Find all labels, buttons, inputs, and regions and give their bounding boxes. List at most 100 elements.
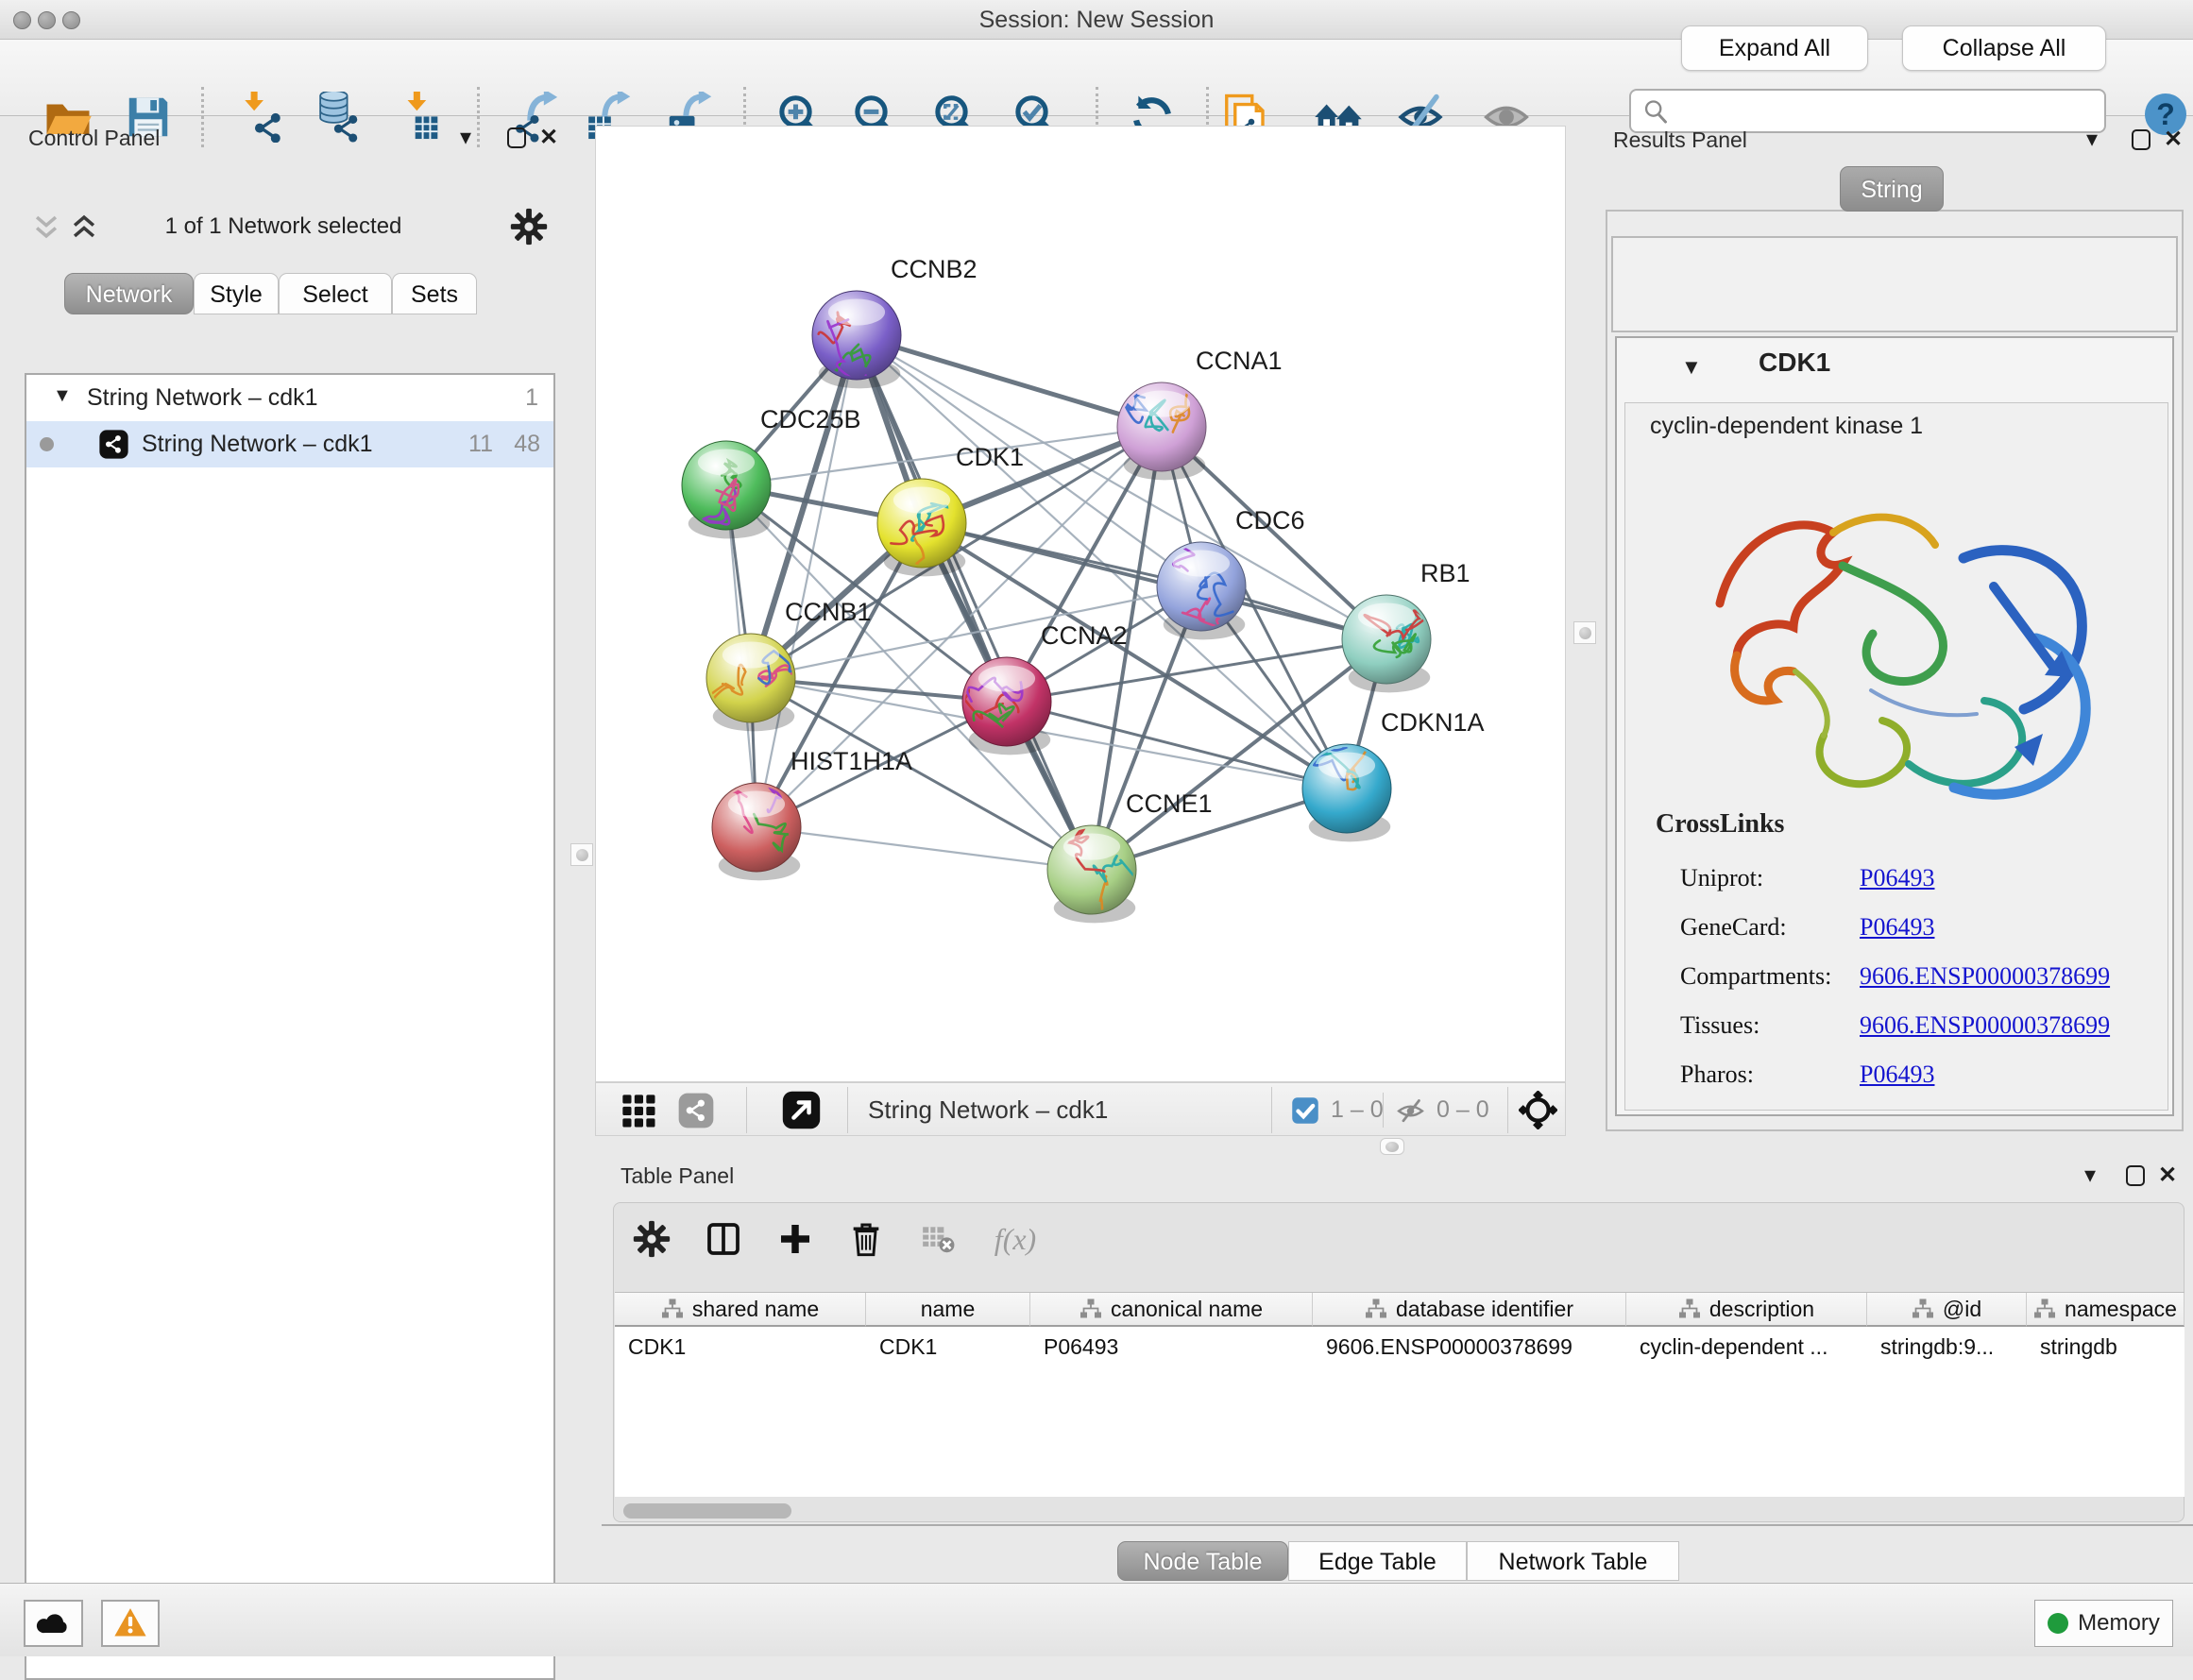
warning-button[interactable] bbox=[101, 1600, 160, 1647]
table-cell[interactable]: stringdb bbox=[2027, 1329, 2184, 1365]
crosslink-label: Pharos: bbox=[1680, 1061, 1754, 1089]
network-node-CCNA2[interactable]: CCNA2 bbox=[960, 621, 1127, 755]
function-builder-button[interactable]: f(x) bbox=[982, 1216, 1048, 1262]
results-panel-title: Results Panel bbox=[1613, 127, 1747, 153]
collapse-all-networks-icon[interactable] bbox=[30, 211, 62, 243]
network-tree: ▼ String Network – cdk1 1 String Network… bbox=[25, 373, 555, 1680]
selected-checkbox-icon[interactable] bbox=[1291, 1096, 1319, 1125]
grid-view-icon[interactable] bbox=[620, 1092, 657, 1129]
table-panel-menu-icon[interactable]: ▾ bbox=[2084, 1162, 2096, 1189]
control-panel-menu-icon[interactable]: ▾ bbox=[460, 124, 471, 151]
show-columns-icon[interactable] bbox=[701, 1216, 746, 1262]
network-node-HIST1H1A[interactable]: HIST1H1A bbox=[712, 747, 912, 880]
table-cell[interactable]: CDK1 bbox=[866, 1329, 1030, 1365]
create-column-icon[interactable] bbox=[773, 1216, 818, 1262]
status-bar: Memory bbox=[0, 1583, 2193, 1656]
tab-network-table[interactable]: Network Table bbox=[1467, 1541, 1679, 1581]
collection-label: String Network – cdk1 bbox=[87, 375, 318, 421]
crosslink-row: Uniprot: P06493 bbox=[1625, 855, 2168, 904]
table-tabs-separator bbox=[602, 1524, 2193, 1526]
delete-columns-icon[interactable] bbox=[843, 1216, 889, 1262]
results-button-bar bbox=[1611, 236, 2178, 332]
crosslink-link[interactable]: P06493 bbox=[1860, 913, 1934, 942]
right-splitter-handle[interactable] bbox=[1573, 621, 1596, 644]
crosslink-row: Pharos: P06493 bbox=[1625, 1051, 2168, 1100]
string-network-icon bbox=[98, 429, 129, 460]
network-node-CDC6[interactable]: CDC6 bbox=[1151, 506, 1304, 639]
table-cell[interactable]: P06493 bbox=[1030, 1329, 1313, 1365]
cloud-button[interactable] bbox=[24, 1600, 83, 1647]
table-panel-float-icon[interactable] bbox=[2126, 1165, 2145, 1186]
column-header[interactable]: description bbox=[1626, 1293, 1867, 1327]
table-cell[interactable]: stringdb:9... bbox=[1867, 1329, 2027, 1365]
share-view-icon[interactable] bbox=[677, 1092, 715, 1129]
cloud-icon bbox=[35, 1604, 73, 1642]
protein-expander-icon[interactable]: ▼ bbox=[1681, 355, 1702, 380]
network-node-CCNA1[interactable]: CCNA1 bbox=[1117, 347, 1283, 480]
column-header[interactable]: database identifier bbox=[1313, 1293, 1626, 1327]
network-label: String Network – cdk1 bbox=[142, 421, 373, 467]
tab-select[interactable]: Select bbox=[279, 273, 392, 314]
collapse-all-button[interactable]: Collapse All bbox=[1902, 25, 2106, 71]
table-panel-close-icon[interactable]: ✕ bbox=[2158, 1162, 2177, 1189]
crosslink-link[interactable]: 9606.ENSP00000378699 bbox=[1860, 1011, 2110, 1040]
left-splitter-handle[interactable] bbox=[570, 843, 593, 866]
node-label-HIST1H1A: HIST1H1A bbox=[790, 747, 912, 775]
column-header[interactable]: canonical name bbox=[1030, 1293, 1313, 1327]
tab-edge-table[interactable]: Edge Table bbox=[1288, 1541, 1467, 1581]
network-graph[interactable]: CCNB2 CCNA1 CDC25B CDK1 CDC6 RB1 CCNB1 CCNA2 CDK… bbox=[596, 127, 1565, 1081]
birdseye-target-icon[interactable] bbox=[1519, 1091, 1557, 1129]
memory-status-icon bbox=[2048, 1613, 2068, 1634]
open-in-window-icon[interactable] bbox=[781, 1090, 822, 1130]
expand-all-networks-icon[interactable] bbox=[68, 211, 100, 243]
network-node-CCNE1[interactable]: CCNE1 bbox=[1047, 789, 1213, 932]
node-label-RB1: RB1 bbox=[1420, 559, 1470, 587]
column-header[interactable]: name bbox=[866, 1293, 1030, 1327]
network-node-CDKN1A[interactable]: CDKN1A bbox=[1299, 708, 1484, 841]
table-panel-title: Table Panel bbox=[620, 1163, 734, 1189]
crosslink-link[interactable]: P06493 bbox=[1860, 1061, 1934, 1089]
table-cell[interactable]: 9606.ENSP00000378699 bbox=[1313, 1329, 1626, 1365]
network-node-CCNB2[interactable]: CCNB2 bbox=[812, 255, 978, 396]
column-header[interactable]: @id bbox=[1867, 1293, 2027, 1327]
results-panel-close-icon[interactable]: ✕ bbox=[2164, 126, 2183, 153]
column-header[interactable]: shared name bbox=[615, 1293, 866, 1327]
crosslink-label: Uniprot: bbox=[1680, 864, 1763, 892]
tab-string[interactable]: String bbox=[1840, 166, 1944, 212]
hidden-eye-icon[interactable] bbox=[1395, 1095, 1426, 1127]
expand-all-button[interactable]: Expand All bbox=[1681, 25, 1868, 71]
network-node-RB1[interactable]: RB1 bbox=[1342, 559, 1470, 692]
network-collection-row[interactable]: ▼ String Network – cdk1 1 bbox=[26, 375, 553, 421]
node-label-CCNE1: CCNE1 bbox=[1126, 789, 1213, 818]
tab-network[interactable]: Network bbox=[64, 273, 194, 314]
results-panel-menu-icon[interactable]: ▾ bbox=[2086, 126, 2098, 153]
tab-sets[interactable]: Sets bbox=[392, 273, 477, 314]
collection-expander-icon[interactable]: ▼ bbox=[53, 385, 72, 407]
node-table[interactable]: shared name name canonical name database… bbox=[615, 1292, 2184, 1497]
network-row-selected[interactable]: String Network – cdk1 11 48 bbox=[26, 421, 553, 467]
crosslink-link[interactable]: P06493 bbox=[1860, 864, 1934, 892]
horizontal-scrollbar[interactable] bbox=[623, 1503, 791, 1519]
table-cell[interactable]: cyclin-dependent ... bbox=[1626, 1329, 1867, 1365]
node-label-CCNB1: CCNB1 bbox=[785, 598, 872, 626]
memory-button[interactable]: Memory bbox=[2034, 1600, 2173, 1647]
node-label-CDK1: CDK1 bbox=[956, 443, 1024, 471]
tab-style[interactable]: Style bbox=[194, 273, 279, 314]
control-panel-close-icon[interactable]: ✕ bbox=[539, 124, 558, 151]
results-panel-float-icon[interactable] bbox=[2132, 129, 2150, 150]
network-options-gear-icon[interactable] bbox=[510, 208, 548, 246]
column-header[interactable]: namespace bbox=[2027, 1293, 2184, 1327]
node-label-CDC25B: CDC25B bbox=[760, 405, 861, 433]
node-label-CCNB2: CCNB2 bbox=[891, 255, 978, 283]
network-canvas[interactable]: CCNB2 CCNA1 CDC25B CDK1 CDC6 RB1 CCNB1 CCNA2 CDK… bbox=[595, 126, 1566, 1082]
table-settings-gear-icon[interactable] bbox=[629, 1216, 674, 1262]
network-view-toolbar: String Network – cdk1 1 – 0 0 – 0 bbox=[595, 1082, 1566, 1136]
crosslink-link[interactable]: 9606.ENSP00000378699 bbox=[1860, 962, 2110, 991]
crosslink-row: Tissues: 9606.ENSP00000378699 bbox=[1625, 1002, 2168, 1051]
hidden-counts: 0 – 0 bbox=[1436, 1083, 1489, 1137]
delete-table-icon[interactable] bbox=[915, 1216, 960, 1262]
crosslink-row: GeneCard: P06493 bbox=[1625, 904, 2168, 953]
tab-node-table[interactable]: Node Table bbox=[1117, 1541, 1288, 1581]
table-cell[interactable]: CDK1 bbox=[615, 1329, 866, 1365]
control-panel-float-icon[interactable] bbox=[507, 127, 526, 148]
